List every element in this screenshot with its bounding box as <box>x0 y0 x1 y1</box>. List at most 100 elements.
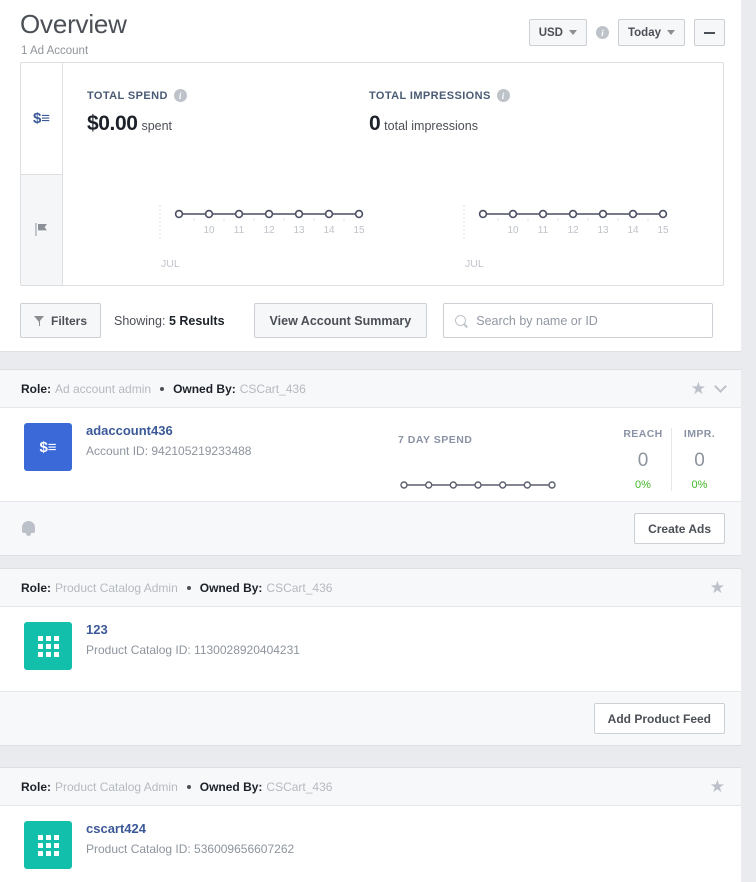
chart-month-label: JUL <box>161 258 374 270</box>
owner-value: CSCart_436 <box>240 382 306 396</box>
search-icon <box>455 315 467 327</box>
results-count-value: 5 Results <box>169 314 225 328</box>
chart-total-impressions: 101112 131415 JUL <box>463 205 678 270</box>
star-icon[interactable]: ★ <box>691 380 706 397</box>
search-input[interactable] <box>476 314 701 328</box>
metric-value: $0.00 spent <box>87 112 187 136</box>
owner-value: CSCart_436 <box>266 581 332 595</box>
date-range-label: Today <box>628 27 661 39</box>
chart-month-label: JUL <box>465 258 678 270</box>
owner-key: Owned By: <box>200 581 263 595</box>
entity-id: Product Catalog ID: 1130028920404231 <box>86 643 300 657</box>
chevron-down-icon <box>667 30 675 35</box>
card-meta: Role: Ad account admin Owned By: CSCart_… <box>21 382 691 396</box>
role-key: Role: <box>21 581 51 595</box>
card-body: 123 Product Catalog ID: 1130028920404231 <box>0 607 741 691</box>
entity-info: $≡ adaccount436 Account ID: 942105219233… <box>24 423 251 471</box>
card-meta: Role: Product Catalog Admin Owned By: CS… <box>21 581 710 595</box>
chart-title: 7 DAY SPEND <box>398 434 558 446</box>
chevron-down-icon <box>569 30 577 35</box>
card-header-actions: ★ <box>691 380 725 397</box>
star-icon[interactable]: ★ <box>710 778 725 795</box>
separator-dot <box>160 387 164 391</box>
chart-svg: 101112 131415 <box>463 205 678 239</box>
product-catalog-icon <box>24 821 72 869</box>
result-card-ad-account: Role: Ad account admin Owned By: CSCart_… <box>0 369 741 556</box>
metrics-body: TOTAL SPEND i $0.00 spent TOTAL IMPRESSI… <box>63 63 723 285</box>
metrics-card: $≡ TOTAL SPEND i $0.00 <box>20 62 724 286</box>
card-footer: Add Product Feed <box>0 691 741 745</box>
owner-key: Owned By: <box>173 382 236 396</box>
result-card-product-catalog-cscart424: Role: Product Catalog Admin Owned By: CS… <box>0 767 741 882</box>
entity-name-link[interactable]: 123 <box>86 622 300 638</box>
entity-id: Product Catalog ID: 536009656607262 <box>86 842 294 856</box>
date-range-selector[interactable]: Today <box>618 19 685 46</box>
filters-label: Filters <box>51 314 87 328</box>
stat-value: 0 <box>615 451 671 470</box>
header-controls: USD i Today <box>529 19 725 46</box>
entity-text: adaccount436 Account ID: 942105219233488 <box>86 423 251 471</box>
metrics-rail: $≡ <box>21 63 63 285</box>
overview-page: Overview 1 Ad Account USD i Today $≡ <box>0 0 756 882</box>
svg-text:11: 11 <box>538 225 549 236</box>
svg-text:10: 10 <box>203 225 215 236</box>
funnel-icon <box>34 315 45 326</box>
role-value: Product Catalog Admin <box>55 780 178 794</box>
entity-text: cscart424 Product Catalog ID: 5360096566… <box>86 821 294 869</box>
stat-label: IMPR. <box>672 428 727 440</box>
card-meta: Role: Product Catalog Admin Owned By: CS… <box>21 780 710 794</box>
create-ads-button[interactable]: Create Ads <box>634 513 725 544</box>
flag-icon <box>33 221 50 238</box>
svg-text:12: 12 <box>567 225 579 236</box>
card-body: $≡ adaccount436 Account ID: 942105219233… <box>0 408 741 501</box>
entity-info: cscart424 Product Catalog ID: 5360096566… <box>24 821 294 869</box>
star-icon[interactable]: ★ <box>710 579 725 596</box>
entity-text: 123 Product Catalog ID: 1130028920404231 <box>86 622 300 670</box>
card-header-actions: ★ <box>710 778 725 795</box>
ad-account-icon: $≡ <box>24 423 72 471</box>
svg-text:15: 15 <box>353 225 365 236</box>
page-title: Overview <box>20 9 127 40</box>
stat-value: 0 <box>672 451 727 470</box>
card-body: cscart424 Product Catalog ID: 5360096566… <box>0 806 741 882</box>
rail-item-spend[interactable]: $≡ <box>21 63 62 174</box>
product-catalog-icon <box>24 622 72 670</box>
chevron-down-icon[interactable] <box>714 380 727 393</box>
rail-item-campaigns[interactable] <box>21 174 62 286</box>
stat-reach: REACH 0 0% <box>615 428 671 491</box>
stat-impressions: IMPR. 0 0% <box>671 428 727 491</box>
metric-unit: total impressions <box>384 119 478 133</box>
role-key: Role: <box>21 382 51 396</box>
card-header: Role: Ad account admin Owned By: CSCart_… <box>0 370 741 408</box>
sparkline <box>398 478 558 497</box>
metric-label: TOTAL SPEND i <box>87 89 187 102</box>
entity-id: Account ID: 942105219233488 <box>86 444 251 458</box>
svg-text:14: 14 <box>323 225 335 236</box>
info-icon[interactable]: i <box>174 89 187 102</box>
card-footer: Create Ads <box>0 501 741 555</box>
bell-icon[interactable] <box>21 520 36 537</box>
view-account-summary-button[interactable]: View Account Summary <box>254 303 428 338</box>
card-header-actions: ★ <box>710 579 725 596</box>
card-header: Role: Product Catalog Admin Owned By: CS… <box>0 569 741 607</box>
chart-7-day-spend: 7 DAY SPEND <box>398 434 558 497</box>
info-icon[interactable]: i <box>596 26 609 39</box>
info-icon[interactable]: i <box>497 89 510 102</box>
owner-value: CSCart_436 <box>266 780 332 794</box>
filters-button[interactable]: Filters <box>20 303 101 338</box>
search-box[interactable] <box>443 303 713 338</box>
metric-total-spend: TOTAL SPEND i $0.00 spent <box>87 89 187 136</box>
separator-dot <box>187 785 191 789</box>
svg-text:15: 15 <box>657 225 669 236</box>
entity-name-link[interactable]: cscart424 <box>86 821 294 837</box>
role-value: Product Catalog Admin <box>55 581 178 595</box>
collapse-button[interactable] <box>694 19 725 46</box>
role-value: Ad account admin <box>55 382 151 396</box>
result-card-product-catalog-123: Role: Product Catalog Admin Owned By: CS… <box>0 568 741 746</box>
chart-total-spend: 101112 131415 JUL <box>159 205 374 270</box>
currency-selector[interactable]: USD <box>529 19 587 46</box>
minus-icon <box>704 32 715 34</box>
metric-amount: $0.00 <box>87 112 138 135</box>
entity-name-link[interactable]: adaccount436 <box>86 423 251 439</box>
add-product-feed-button[interactable]: Add Product Feed <box>594 703 725 734</box>
